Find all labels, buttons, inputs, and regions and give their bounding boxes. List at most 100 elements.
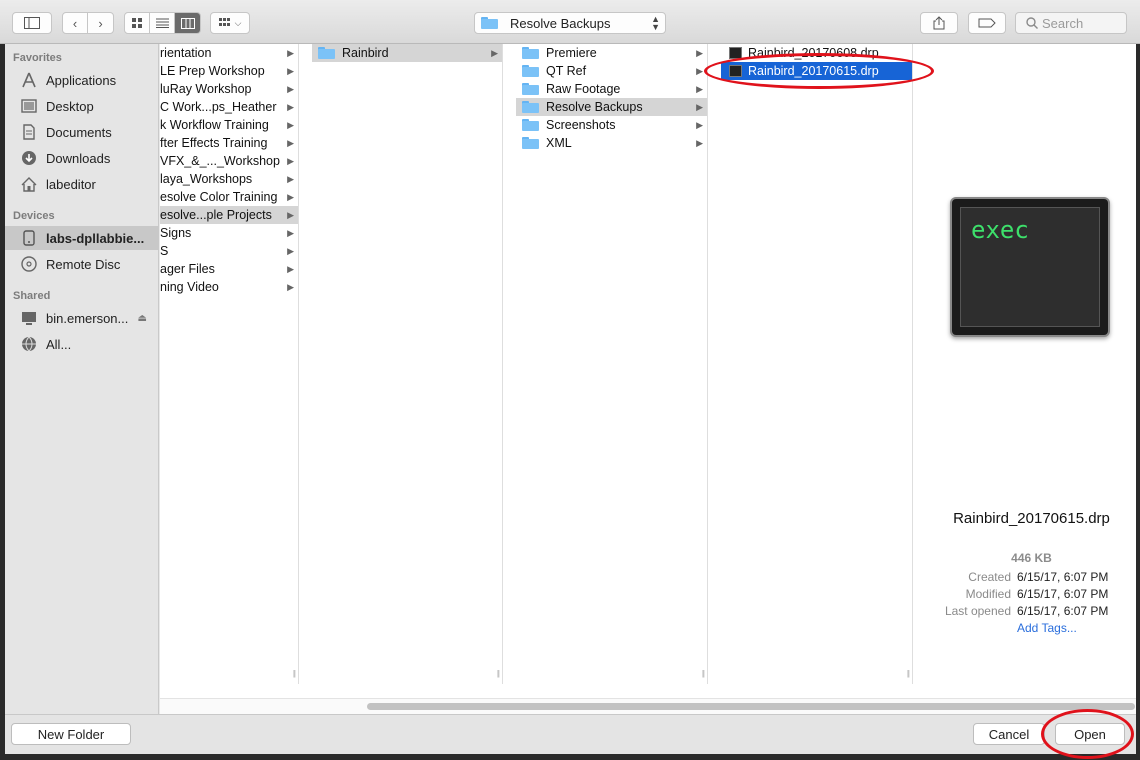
list-item-label: Signs bbox=[160, 226, 192, 240]
sidebar-item-label: Applications bbox=[46, 72, 117, 88]
list-icon bbox=[155, 18, 169, 28]
list-item[interactable]: XML ▶ bbox=[516, 134, 707, 152]
sidebar-item-labeditor[interactable]: labeditor bbox=[5, 172, 159, 196]
new-folder-button[interactable]: New Folder bbox=[11, 723, 131, 745]
column-resize-handle[interactable]: || bbox=[702, 669, 705, 678]
list-view-button[interactable] bbox=[150, 13, 175, 33]
sidebar-item-remote-disc[interactable]: Remote Disc bbox=[5, 252, 159, 276]
list-item[interactable]: fter Effects Training ▶ bbox=[160, 134, 298, 152]
list-item[interactable]: C Work...ps_Heather ▶ bbox=[160, 98, 298, 116]
forward-button[interactable]: › bbox=[88, 13, 113, 33]
search-icon bbox=[1026, 17, 1038, 29]
add-tags-link[interactable]: Add Tags... bbox=[1017, 621, 1077, 635]
chevron-down-icon: ⌵ bbox=[234, 17, 242, 28]
disclosure-arrow-icon: ▶ bbox=[287, 209, 294, 220]
sidebar-item-all[interactable]: All... bbox=[5, 332, 159, 356]
list-item[interactable]: Signs ▶ bbox=[160, 224, 298, 242]
sidebar-item-bin-emerson[interactable]: bin.emerson... ⏏ bbox=[5, 306, 159, 330]
columns-icon bbox=[180, 17, 195, 29]
disclosure-arrow-icon: ▶ bbox=[287, 245, 294, 256]
list-item-label: LE Prep Workshop bbox=[160, 64, 265, 78]
list-item[interactable]: esolve Color Training ▶ bbox=[160, 188, 298, 206]
list-item-label: Rainbird bbox=[342, 46, 389, 60]
list-item[interactable]: Raw Footage ▶ bbox=[516, 80, 707, 98]
share-icon bbox=[933, 16, 945, 30]
drive-icon bbox=[19, 229, 39, 247]
bottom-bar: New Folder Cancel Open bbox=[5, 714, 1136, 754]
list-item[interactable]: esolve...ple Projects ▶ bbox=[160, 206, 298, 224]
tags-button[interactable] bbox=[968, 12, 1006, 34]
exec-icon-screen: exec bbox=[960, 207, 1100, 327]
downloads-icon bbox=[19, 149, 39, 167]
sidebar-item-labs-drive[interactable]: labs-dpllabbie... bbox=[5, 226, 159, 250]
scrollbar-thumb[interactable] bbox=[367, 703, 1135, 710]
created-label: Created bbox=[968, 570, 1011, 584]
list-item[interactable]: Screenshots ▶ bbox=[516, 116, 707, 134]
sidebar-toggle-button[interactable] bbox=[12, 12, 52, 34]
sidebar: Favorites Applications Desktop Documents… bbox=[5, 44, 159, 714]
computer-icon bbox=[19, 309, 39, 327]
sidebar-item-applications[interactable]: Applications bbox=[5, 68, 159, 92]
arrange-button[interactable]: ⌵ bbox=[210, 12, 250, 34]
list-item[interactable]: luRay Workshop ▶ bbox=[160, 80, 298, 98]
disclosure-arrow-icon: ▶ bbox=[287, 101, 294, 112]
back-button[interactable]: ‹ bbox=[63, 13, 88, 33]
list-item[interactable]: LE Prep Workshop ▶ bbox=[160, 62, 298, 80]
list-item-label: ager Files bbox=[160, 262, 215, 276]
list-item[interactable]: QT Ref ▶ bbox=[516, 62, 707, 80]
disclosure-arrow-icon: ▶ bbox=[491, 47, 498, 58]
share-button[interactable] bbox=[920, 12, 958, 34]
list-item[interactable]: laya_Workshops ▶ bbox=[160, 170, 298, 188]
list-item[interactable]: Premiere ▶ bbox=[516, 44, 707, 62]
list-item[interactable]: Resolve Backups ▶ bbox=[516, 98, 707, 116]
list-item-file-0608[interactable]: Rainbird_20170608.drp bbox=[721, 44, 912, 62]
exec-file-icon: exec bbox=[950, 197, 1110, 337]
list-item[interactable]: ager Files ▶ bbox=[160, 260, 298, 278]
path-popup[interactable]: Resolve Backups ▲ ▼ bbox=[474, 12, 666, 34]
network-icon bbox=[19, 335, 39, 353]
eject-icon[interactable]: ⏏ bbox=[138, 313, 147, 324]
list-item-rainbird[interactable]: Rainbird ▶ bbox=[312, 44, 502, 62]
column-resize-handle[interactable]: || bbox=[907, 669, 910, 678]
browser-column-3: Premiere ▶ QT Ref ▶ Raw Footage ▶ Resolve Back… bbox=[516, 44, 708, 684]
list-item-label: ning Video bbox=[160, 280, 219, 294]
disclosure-arrow-icon: ▶ bbox=[287, 173, 294, 184]
search-field[interactable] bbox=[1015, 12, 1127, 34]
search-input[interactable] bbox=[1042, 15, 1120, 31]
open-button[interactable]: Open bbox=[1055, 723, 1125, 745]
sidebar-item-downloads[interactable]: Downloads bbox=[5, 146, 159, 170]
sidebar-icon bbox=[24, 17, 40, 29]
disclosure-arrow-icon: ▶ bbox=[696, 83, 703, 94]
folder-icon bbox=[522, 119, 539, 131]
sidebar-item-label: Documents bbox=[46, 124, 112, 140]
list-item-label: fter Effects Training bbox=[160, 136, 268, 150]
list-item-label: laya_Workshops bbox=[160, 172, 253, 186]
list-item-file-0615[interactable]: Rainbird_20170615.drp bbox=[721, 62, 912, 80]
horizontal-scrollbar[interactable] bbox=[160, 698, 1136, 714]
browser-column-2: Rainbird ▶ || bbox=[312, 44, 503, 684]
list-item-label: Rainbird_20170615.drp bbox=[748, 64, 879, 78]
back-forward-buttons: ‹ › bbox=[62, 12, 114, 34]
column-view-button[interactable] bbox=[175, 13, 200, 33]
sidebar-item-desktop[interactable]: Desktop bbox=[5, 94, 159, 118]
sidebar-item-documents[interactable]: Documents bbox=[5, 120, 159, 144]
disclosure-arrow-icon: ▶ bbox=[287, 281, 294, 292]
column-resize-handle[interactable]: || bbox=[497, 669, 500, 678]
list-item[interactable]: S ▶ bbox=[160, 242, 298, 260]
preview-size: 446 KB bbox=[1011, 551, 1052, 565]
applications-icon bbox=[19, 71, 39, 89]
list-item[interactable]: VFX_&_..._Workshop ▶ bbox=[160, 152, 298, 170]
list-item[interactable]: rientation ▶ bbox=[160, 44, 298, 62]
icon-view-button[interactable] bbox=[125, 13, 150, 33]
column-resize-handle[interactable]: || bbox=[293, 669, 296, 678]
list-item-label: esolve...ple Projects bbox=[160, 208, 272, 222]
desktop-icon bbox=[19, 97, 39, 115]
folder-icon bbox=[481, 17, 498, 29]
list-item[interactable]: k Workflow Training ▶ bbox=[160, 116, 298, 134]
sidebar-header-shared: Shared bbox=[13, 290, 51, 302]
preview-pane: exec Rainbird_20170615.drp 446 KB Create… bbox=[927, 44, 1136, 698]
cancel-button[interactable]: Cancel bbox=[973, 723, 1045, 745]
sidebar-item-label: Remote Disc bbox=[46, 256, 121, 272]
list-item[interactable]: ning Video ▶ bbox=[160, 278, 298, 296]
list-item-label: Resolve Backups bbox=[546, 100, 643, 114]
